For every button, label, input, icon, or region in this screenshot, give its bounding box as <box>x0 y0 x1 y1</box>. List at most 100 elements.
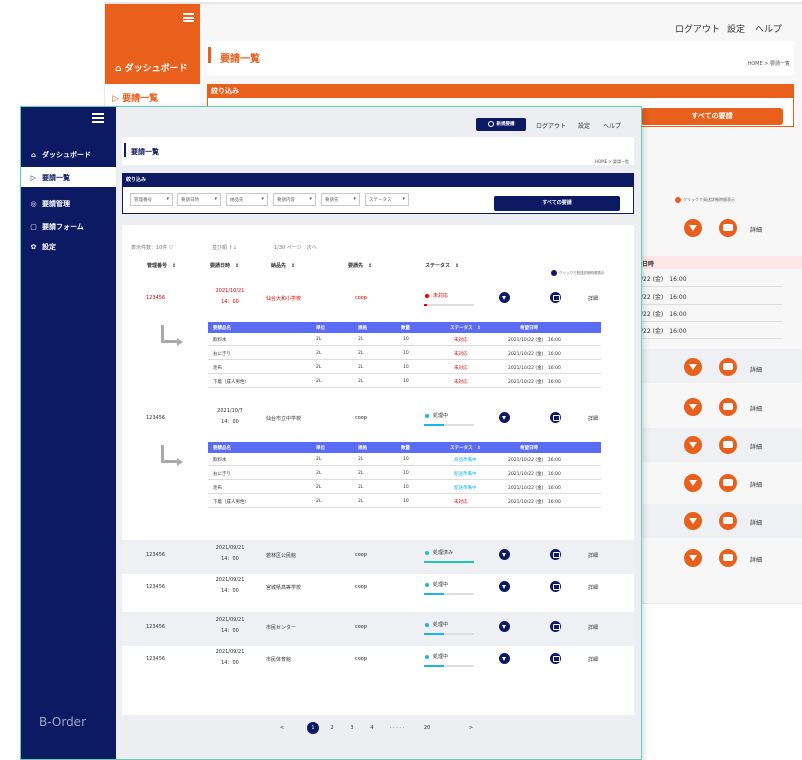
chat-icon[interactable] <box>550 621 561 632</box>
page-indicator[interactable]: 1/30 ページ 次へ <box>274 244 317 251</box>
back-detail-link[interactable]: 詳細 <box>750 365 762 374</box>
status-badge: 処理中 <box>425 653 448 660</box>
back-detail-link[interactable]: 詳細 <box>750 555 762 564</box>
back-chat-icon[interactable] <box>719 219 737 237</box>
menu-icon[interactable] <box>92 113 104 123</box>
gear-icon: ✿ <box>30 243 37 251</box>
legend: クリックで発送詳細時間表示 <box>551 270 605 276</box>
sidebar-item-label: 設定 <box>42 243 56 251</box>
sort-order[interactable]: 並び順 ↑↓ <box>212 244 237 251</box>
back-settings-link[interactable]: 設定 <box>727 22 745 35</box>
filter-select-status[interactable]: ステータス <box>365 193 409 206</box>
filter-select-content[interactable]: 要請内容 <box>273 193 316 206</box>
new-request-button[interactable]: 新規要請 <box>476 118 526 131</box>
chat-icon[interactable] <box>550 412 561 423</box>
pagination-next[interactable]: > <box>465 722 477 734</box>
back-expand-icon[interactable] <box>684 219 702 237</box>
col-header-status[interactable]: ステータス ⇕ <box>425 262 459 269</box>
request-date: 2021/10/7 <box>217 408 243 414</box>
detail-link[interactable]: 詳細 <box>588 415 598 422</box>
sub-cell-unit: 2L <box>316 485 322 490</box>
back-title-accent <box>208 47 211 63</box>
back-expand-icon[interactable] <box>684 549 702 567</box>
breadcrumb[interactable]: HOME > 要請一覧 <box>595 159 629 165</box>
back-expand-icon[interactable] <box>684 436 702 454</box>
expand-icon[interactable] <box>499 653 510 664</box>
back-chat-icon[interactable] <box>719 398 737 416</box>
pagination-page[interactable]: 4 <box>366 722 378 734</box>
col-header-to[interactable]: 要請先 ⇕ <box>348 262 372 269</box>
col-header-date[interactable]: 要請日時 ⇕ <box>210 262 239 269</box>
detail-link[interactable]: 詳細 <box>588 295 598 302</box>
page-size-select[interactable]: 表示件数：10件 ▽ <box>131 244 173 251</box>
logout-link[interactable]: ログアウト <box>536 121 566 130</box>
back-detail-link[interactable]: 詳細 <box>750 404 762 413</box>
back-chat-icon[interactable] <box>719 474 737 492</box>
sub-table-row: 飲料水 2L 2L 10 商品準備中 2021/10/22 (金) 16:00 <box>208 453 601 466</box>
pagination-last[interactable]: 20 <box>421 722 433 734</box>
status-progress-fill <box>424 561 474 563</box>
status-progress-fill <box>424 665 444 667</box>
back-divider <box>640 304 782 305</box>
settings-link[interactable]: 設定 <box>578 121 590 130</box>
pagination-page[interactable]: 2 <box>326 722 338 734</box>
filter-select-to[interactable]: 要請先 <box>321 193 360 206</box>
sub-table-row: 下着（成人男性） 2L 2L 10 未対応 2021/10/22 (金) 16:00 <box>208 495 601 508</box>
detail-link[interactable]: 詳細 <box>588 552 598 559</box>
sidebar-item-settings[interactable]: ✿ 設定 <box>21 236 116 256</box>
filter-select-dest[interactable]: 納品先 <box>226 193 268 206</box>
sidebar-item-dashboard[interactable]: ⌂ ダッシュボード <box>21 144 116 164</box>
back-all-requests-button[interactable]: すべての要請 <box>641 108 783 125</box>
filter-select-id[interactable]: 管理番号 <box>130 193 173 206</box>
sidebar-item-management[interactable]: ◎ 要請管理 <box>21 193 116 213</box>
chat-icon[interactable] <box>550 581 561 592</box>
back-detail-link[interactable]: 詳細 <box>750 518 762 527</box>
pagination-page[interactable]: 3 <box>346 722 358 734</box>
expand-icon[interactable] <box>499 412 510 423</box>
back-expand-icon[interactable] <box>684 512 702 530</box>
back-expand-icon[interactable] <box>684 358 702 376</box>
sub-cell-hope: 2021/10/22 (金) 16:00 <box>508 486 561 491</box>
sub-col-status[interactable]: ステータス ⇕ <box>450 445 481 451</box>
sidebar-item-list[interactable]: ▷ 要請一覧 <box>21 167 116 187</box>
chat-icon[interactable] <box>550 292 561 303</box>
status-badge: 処理中 <box>425 581 448 588</box>
back-detail-link[interactable]: 詳細 <box>750 480 762 489</box>
back-logout-link[interactable]: ログアウト <box>675 22 720 35</box>
all-requests-button[interactable]: すべての要請 <box>494 196 620 211</box>
sidebar-item-form[interactable]: ▢ 要請フォーム <box>21 216 116 236</box>
back-menu-icon[interactable] <box>183 13 194 22</box>
expand-icon[interactable] <box>499 549 510 560</box>
pagination-page[interactable]: 1 <box>307 722 319 734</box>
sub-cell-item: 下着（成人男性） <box>213 500 249 505</box>
back-expand-icon[interactable] <box>684 398 702 416</box>
sub-cell-hope: 2021/10/22 (金) 16:00 <box>508 500 561 505</box>
sub-cell-hope: 2021/10/22 (金) 16:00 <box>508 338 561 343</box>
back-detail-link[interactable]: 詳細 <box>750 442 762 451</box>
detail-link[interactable]: 詳細 <box>588 624 598 631</box>
legend-icon <box>551 270 557 276</box>
filter-select-date[interactable]: 要請日時 <box>177 193 221 206</box>
back-chat-icon[interactable] <box>719 549 737 567</box>
chat-icon[interactable] <box>550 549 561 560</box>
back-sidebar-dashboard[interactable]: ⌂ ダッシュボード <box>115 61 188 74</box>
sub-cell-unit: 2L <box>316 379 322 384</box>
back-expand-icon[interactable] <box>684 474 702 492</box>
chat-icon[interactable] <box>550 653 561 664</box>
pagination-prev[interactable]: < <box>276 722 288 734</box>
expand-icon[interactable] <box>499 621 510 632</box>
back-chat-icon[interactable] <box>719 358 737 376</box>
col-header-dest[interactable]: 納品先 ⇕ <box>271 262 295 269</box>
col-header-id[interactable]: 管理番号 ⇕ <box>147 262 176 269</box>
back-chat-icon[interactable] <box>719 436 737 454</box>
back-chat-icon[interactable] <box>719 512 737 530</box>
back-detail-link[interactable]: 詳細 <box>750 225 762 234</box>
expand-icon[interactable] <box>499 581 510 592</box>
back-help-link[interactable]: ヘルプ <box>755 22 782 35</box>
detail-link[interactable]: 詳細 <box>588 584 598 591</box>
back-dashboard-label: ダッシュボード <box>124 64 188 74</box>
detail-link[interactable]: 詳細 <box>588 656 598 663</box>
expand-icon[interactable] <box>499 292 510 303</box>
help-link[interactable]: ヘルプ <box>603 121 621 130</box>
sub-col-status[interactable]: ステータス ⇕ <box>450 325 481 331</box>
